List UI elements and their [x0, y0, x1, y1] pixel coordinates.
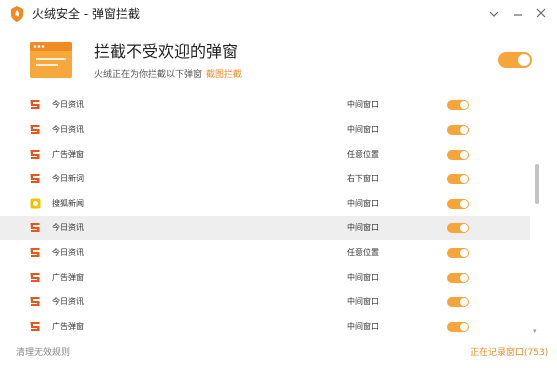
- app-name: 广告弹窗: [52, 150, 84, 159]
- popup-window-icon: [30, 42, 72, 78]
- dropdown-icon[interactable]: [486, 6, 502, 22]
- list-item: 今日资讯 中间窗口: [0, 118, 530, 142]
- app-icon: [30, 297, 40, 306]
- window-position: 中间窗口: [347, 125, 379, 134]
- toggle-knob: [460, 274, 468, 282]
- app-icon: [30, 273, 40, 282]
- page-subtitle: 火绒正在为你拦截以下弹窗: [94, 70, 203, 80]
- app-icon: [30, 174, 40, 183]
- list-item: 搜狐新闻 中间窗口: [0, 192, 530, 216]
- rule-toggle[interactable]: [447, 248, 469, 258]
- minimize-button[interactable]: [510, 6, 526, 22]
- toggle-knob: [460, 224, 468, 232]
- app-name: 搜狐新闻: [52, 199, 84, 208]
- sohu-app-icon: [30, 198, 41, 209]
- toggle-knob: [460, 249, 468, 257]
- scrollbar-thumb[interactable]: [535, 164, 539, 204]
- app-name: 今日新词: [52, 174, 84, 183]
- app-name: 今日资讯: [52, 100, 84, 109]
- page-title: 拦截不受欢迎的弹窗: [94, 42, 239, 61]
- toggle-knob: [460, 151, 468, 159]
- window-position: 任意位置: [347, 150, 379, 159]
- screenshot-block-link[interactable]: 截图拦截: [206, 69, 242, 81]
- toggle-knob: [460, 323, 468, 331]
- toggle-knob: [460, 101, 468, 109]
- app-icon: [30, 322, 40, 331]
- list-item: 广告弹窗 中间窗口: [0, 315, 530, 337]
- close-button[interactable]: [533, 6, 549, 22]
- window-position: 中间窗口: [347, 273, 379, 282]
- list-item: 今日资讯 中间窗口: [0, 290, 530, 314]
- rule-toggle[interactable]: [447, 199, 469, 209]
- toggle-knob: [518, 54, 530, 66]
- recording-windows-link[interactable]: 正在记录窗口(753): [470, 347, 548, 359]
- huorong-logo-icon: [11, 6, 23, 22]
- list-item: 今日资讯 任意位置: [0, 241, 530, 265]
- app-name: 今日资讯: [52, 125, 84, 134]
- rule-toggle[interactable]: [447, 150, 469, 160]
- app-name: 广告弹窗: [52, 273, 84, 282]
- app-name: 今日资讯: [52, 223, 84, 232]
- toggle-knob: [460, 200, 468, 208]
- header-panel: 拦截不受欢迎的弹窗 火绒正在为你拦截以下弹窗 截图拦截: [0, 28, 557, 93]
- rule-toggle[interactable]: [447, 297, 469, 307]
- app-icon: [30, 100, 40, 109]
- toggle-knob: [460, 126, 468, 134]
- title-bar: 火绒安全 - 弹窗拦截: [0, 0, 557, 28]
- rule-toggle[interactable]: [447, 223, 469, 233]
- popup-rule-list: 今日资讯 中间窗口 今日资讯 中间窗口 广告弹窗 任意位置 今日新词 右下窗口 …: [0, 93, 557, 337]
- app-name: 广告弹窗: [52, 322, 84, 331]
- clean-invalid-rules-link[interactable]: 清理无效规则: [16, 347, 70, 359]
- window-position: 中间窗口: [347, 223, 379, 232]
- scroll-down-arrow-icon[interactable]: ▾: [533, 327, 537, 335]
- rule-toggle[interactable]: [447, 100, 469, 110]
- list-item: 今日新词 右下窗口: [0, 167, 530, 191]
- window-position: 中间窗口: [347, 322, 379, 331]
- app-name: 今日资讯: [52, 297, 84, 306]
- app-icon: [30, 125, 40, 134]
- rule-toggle[interactable]: [447, 273, 469, 283]
- list-item-highlighted[interactable]: 今日资讯 中间窗口: [0, 216, 530, 240]
- window-title: 火绒安全 - 弹窗拦截: [32, 7, 140, 21]
- rule-toggle[interactable]: [447, 174, 469, 184]
- rule-toggle[interactable]: [447, 322, 469, 332]
- window-position: 中间窗口: [347, 100, 379, 109]
- list-item: 广告弹窗 中间窗口: [0, 266, 530, 290]
- app-name: 今日资讯: [52, 248, 84, 257]
- window-position: 中间窗口: [347, 199, 379, 208]
- scrollbar-track[interactable]: [533, 93, 539, 337]
- window-position: 任意位置: [347, 248, 379, 257]
- toggle-knob: [460, 298, 468, 306]
- window-position: 右下窗口: [347, 174, 379, 183]
- window-position: 中间窗口: [347, 297, 379, 306]
- toggle-knob: [460, 175, 468, 183]
- list-item: 今日资讯 中间窗口: [0, 93, 530, 117]
- list-item: 广告弹窗 任意位置: [0, 143, 530, 167]
- app-icon: [30, 150, 40, 159]
- app-icon: [30, 223, 40, 232]
- master-toggle[interactable]: [498, 52, 532, 68]
- app-icon: [30, 248, 40, 257]
- rule-toggle[interactable]: [447, 125, 469, 135]
